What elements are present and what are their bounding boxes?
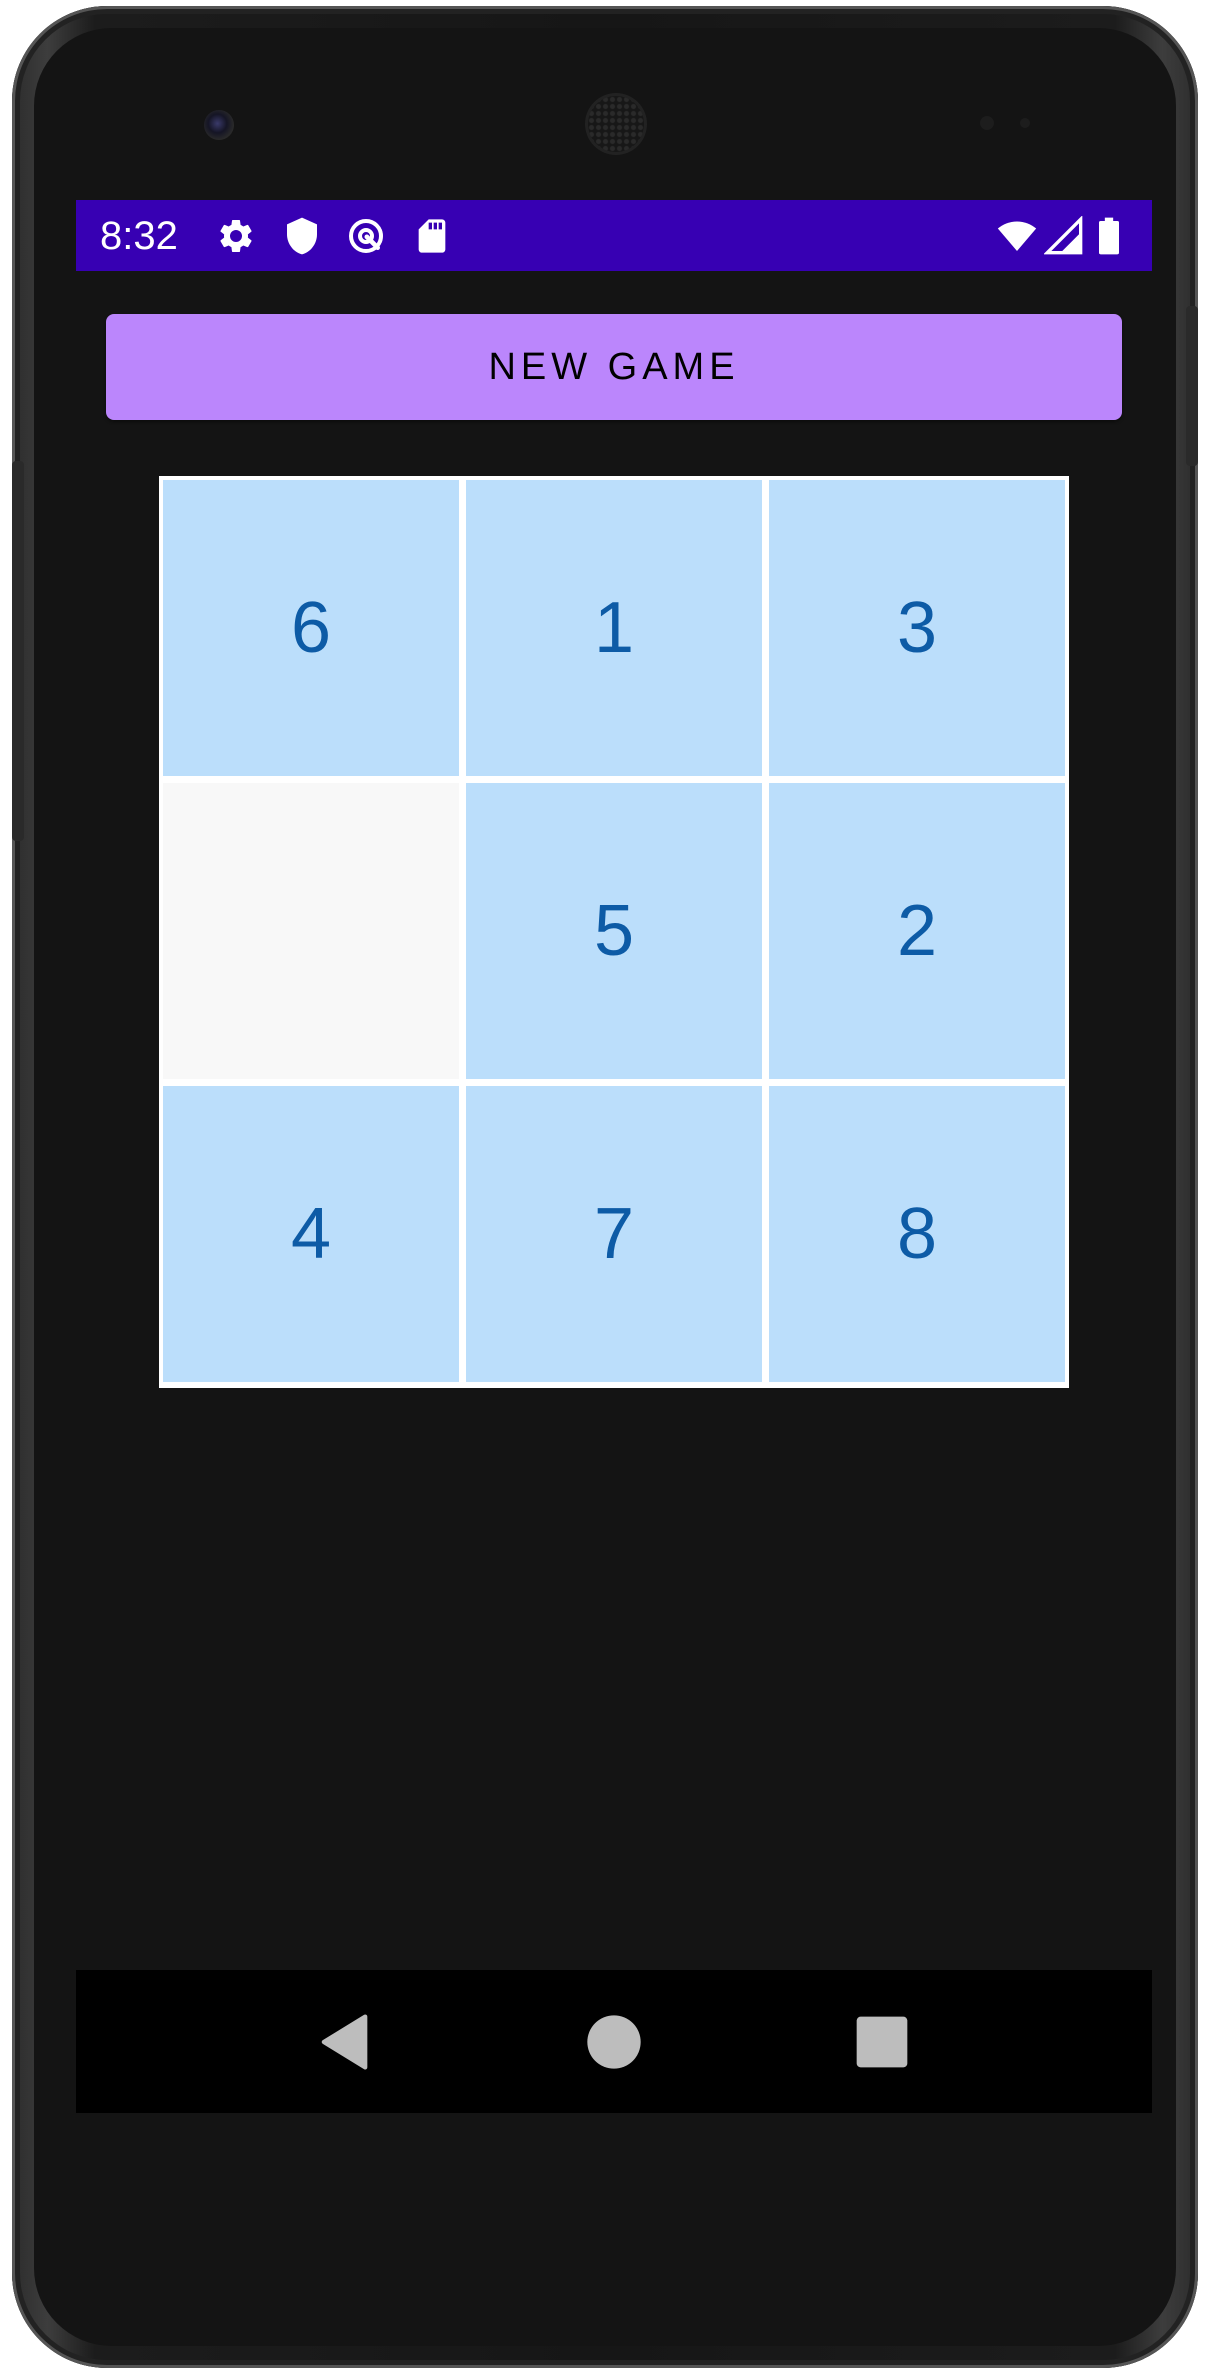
- puzzle-tile[interactable]: 8: [769, 1086, 1065, 1382]
- navigation-bar: [76, 1970, 1152, 2113]
- puzzle-tile[interactable]: 4: [163, 1086, 459, 1382]
- puzzle-board: 6 1 3 5 2 4 7 8: [159, 476, 1069, 1388]
- earpiece-speaker: [588, 96, 644, 152]
- proximity-sensor: [980, 116, 994, 130]
- vpn-key-icon: [346, 216, 386, 256]
- app-screen: 8:32 NEW GAME 6 1 3 5 2 4 7 8: [76, 200, 1152, 2113]
- settings-gear-icon: [216, 216, 256, 256]
- empty-tile-slot[interactable]: [163, 783, 459, 1079]
- power-button: [1186, 306, 1198, 466]
- puzzle-tile[interactable]: 3: [769, 480, 1065, 776]
- back-icon[interactable]: [314, 2010, 378, 2074]
- shield-icon: [282, 216, 322, 256]
- front-camera: [204, 110, 234, 140]
- phone-frame: 8:32 NEW GAME 6 1 3 5 2 4 7 8: [12, 6, 1198, 2368]
- puzzle-tile[interactable]: 6: [163, 480, 459, 776]
- status-bar: 8:32: [76, 200, 1152, 271]
- puzzle-tile[interactable]: 1: [466, 480, 762, 776]
- battery-icon: [1094, 216, 1124, 256]
- volume-button: [12, 461, 24, 841]
- status-time: 8:32: [100, 214, 178, 258]
- recents-icon[interactable]: [850, 2010, 914, 2074]
- puzzle-tile[interactable]: 5: [466, 783, 762, 1079]
- light-sensor: [1020, 118, 1030, 128]
- cell-signal-icon: [1044, 216, 1084, 256]
- sd-card-icon: [412, 216, 452, 256]
- home-icon[interactable]: [582, 2010, 646, 2074]
- wifi-icon: [994, 216, 1040, 256]
- puzzle-tile[interactable]: 2: [769, 783, 1065, 1079]
- puzzle-tile[interactable]: 7: [466, 1086, 762, 1382]
- new-game-button[interactable]: NEW GAME: [106, 314, 1122, 420]
